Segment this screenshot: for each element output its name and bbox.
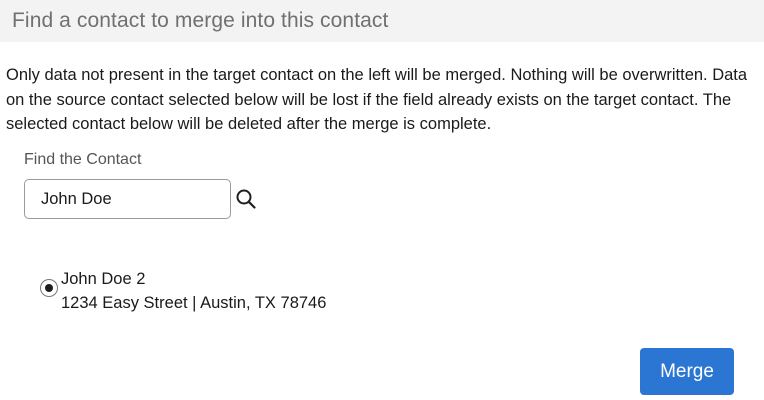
contact-result-details: John Doe 2 1234 Easy Street | Austin, TX…: [61, 267, 326, 315]
contact-result-item[interactable]: John Doe 2 1234 Easy Street | Austin, TX…: [40, 267, 326, 315]
dialog-header: Find a contact to merge into this contac…: [0, 0, 764, 42]
dialog-title: Find a contact to merge into this contac…: [12, 9, 389, 32]
find-contact-label: Find the Contact: [24, 151, 142, 168]
merge-description: Only data not present in the target cont…: [6, 66, 748, 133]
merge-button[interactable]: Merge: [640, 348, 734, 395]
radio-selected-dot: [45, 284, 53, 292]
search-button[interactable]: [234, 187, 258, 211]
search-icon: [236, 189, 256, 209]
contact-select-radio[interactable]: [40, 279, 58, 297]
contact-name: John Doe 2: [61, 270, 146, 288]
contact-search-input[interactable]: [24, 179, 231, 219]
contact-address: 1234 Easy Street | Austin, TX 78746: [61, 294, 327, 312]
